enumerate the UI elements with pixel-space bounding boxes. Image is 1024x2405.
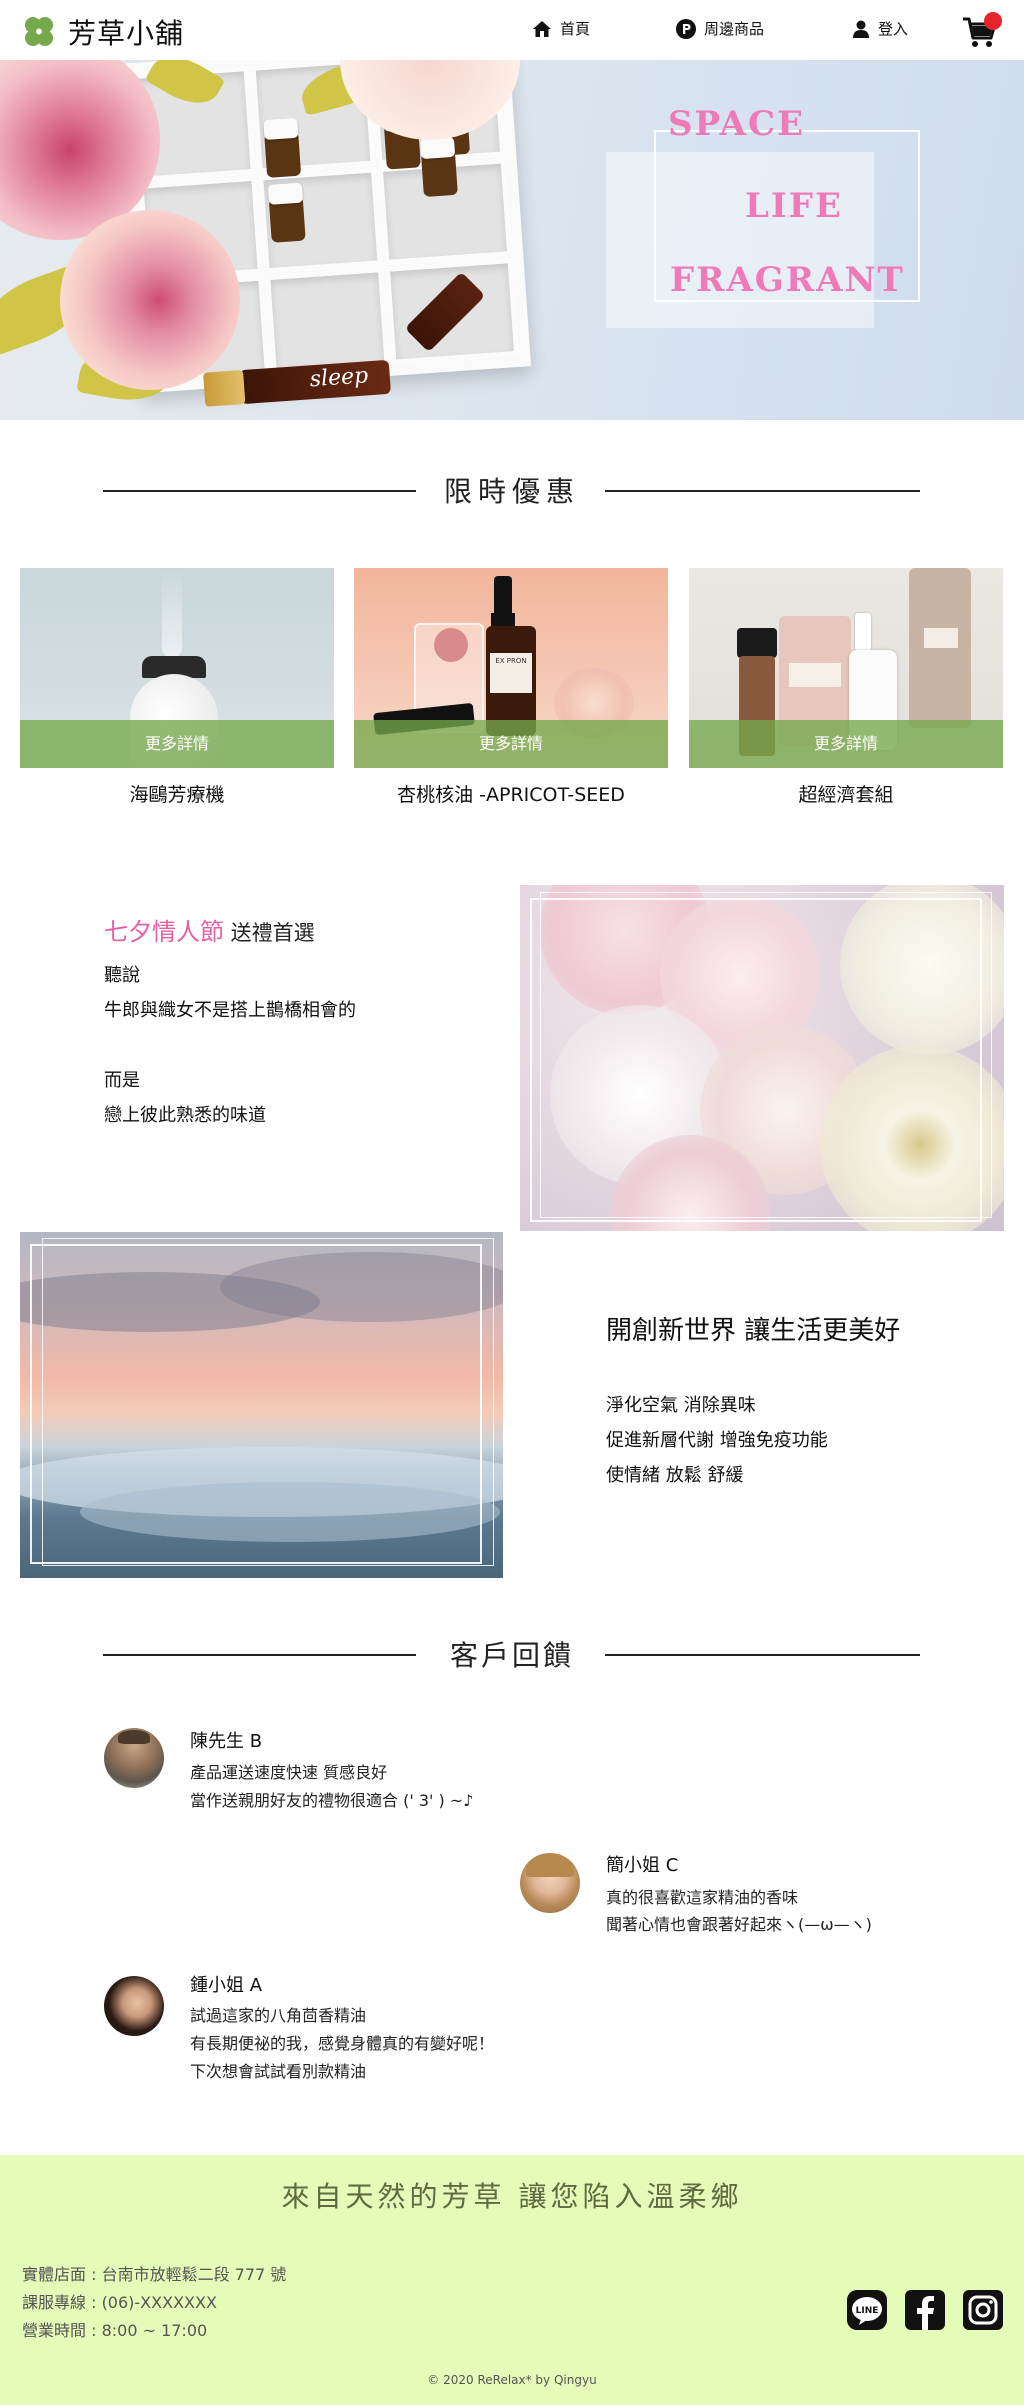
roses-photo-frame-inner	[540, 892, 992, 1218]
feature1-line: 而是	[104, 1070, 140, 1091]
nav-merch-link[interactable]: 周邊商品	[676, 18, 764, 39]
review-line: 聞著心情也會跟著好起來ヽ(—ω—ヽ)	[606, 1915, 872, 1934]
top-navbar: 芳草小舖 首頁 周邊商品 登入	[0, 0, 1024, 60]
cart-badge	[984, 12, 1002, 30]
clouds-photo-frame-inner	[42, 1238, 494, 1566]
feature1-line: 戀上彼此熟悉的味道	[104, 1105, 266, 1126]
nav-login-label: 登入	[878, 20, 909, 38]
cart-button[interactable]	[962, 12, 1002, 48]
feature1-title: 七夕情人節 送禮首選	[104, 912, 315, 947]
feature1-title-highlight: 七夕情人節	[104, 918, 224, 946]
product-card-apricot-oil[interactable]: EX PRON 更多詳情	[354, 568, 668, 768]
four-leaf-clover-icon	[25, 17, 53, 46]
hero-word-life: LIFE	[745, 186, 843, 226]
feature2-line: 促進新層代謝 增強免疫功能	[606, 1430, 828, 1451]
product-card-economy-set[interactable]: 更多詳情	[689, 568, 1003, 768]
review-line: 試過這家的八角茴香精油	[190, 2006, 367, 2025]
review-line: 產品運送速度快速 質感良好	[190, 1763, 388, 1782]
user-icon	[853, 20, 869, 38]
footer-hours: 營業時間 : 8:00 ~ 17:00	[22, 2321, 208, 2340]
product-name-apricot-oil: 杏桃核油 -APRICOT-SEED	[397, 784, 625, 806]
facebook-icon	[905, 2290, 945, 2330]
avatar	[104, 1728, 164, 1788]
divider-line	[605, 1654, 920, 1656]
deals-section-header: 限時優惠	[0, 470, 1024, 510]
review-name: 陳先生 B	[190, 1731, 263, 1752]
divider-line	[605, 490, 920, 492]
review-line: 有長期便祕的我，感覺身體真的有變好呢！	[190, 2034, 495, 2053]
reviews-section-header: 客戶回饋	[0, 1634, 1024, 1674]
line-link[interactable]: LINE	[847, 2290, 887, 2330]
hero-word-fragrant: FRAGRANT	[670, 260, 905, 300]
sleep-bottle-label: sleep	[308, 363, 370, 393]
footer: 來自天然的芳草 讓您陷入溫柔鄉 實體店面 : 台南市放輕鬆二段 777 號 課服…	[0, 2155, 1024, 2405]
copyright: © 2020 ReRelax* by Qingyu	[427, 2373, 597, 2387]
product-name-economy-set: 超經濟套組	[798, 784, 894, 806]
footer-phone: 課服專線 : (06)-XXXXXXX	[22, 2293, 217, 2312]
line-icon: LINE	[847, 2290, 887, 2330]
p-circle-icon	[676, 18, 696, 39]
feature2-line: 淨化空氣 消除異味	[606, 1395, 756, 1416]
product-more-button[interactable]: 更多詳情	[354, 720, 668, 768]
feature1-line: 聽說	[104, 965, 140, 986]
footer-slogan: 來自天然的芳草 讓您陷入溫柔鄉	[281, 2180, 743, 2213]
product-more-button[interactable]: 更多詳情	[20, 720, 334, 768]
footer-address: 實體店面 : 台南市放輕鬆二段 777 號	[22, 2265, 287, 2284]
brand-logo[interactable]: 芳草小舖	[20, 12, 184, 52]
feature2-title: 開創新世界 讓生活更美好	[606, 1316, 901, 1346]
feature1-line	[104, 1028, 356, 1063]
avatar	[104, 1976, 164, 2036]
product-card-diffuser[interactable]: 更多詳情	[20, 568, 334, 768]
brand-name: 芳草小舖	[68, 17, 185, 50]
home-icon	[533, 20, 551, 37]
review-name: 簡小姐 C	[606, 1855, 679, 1876]
facebook-link[interactable]	[905, 2290, 945, 2330]
review-line: 下次想會試試看別款精油	[190, 2062, 367, 2081]
hero-word-space: SPACE	[668, 104, 806, 144]
feature1-text: 聽說 牛郎與織女不是搭上鵲橋相會的 而是 戀上彼此熟悉的味道	[104, 958, 356, 1133]
review-line: 真的很喜歡這家精油的香味	[606, 1888, 799, 1907]
instagram-icon	[963, 2290, 1003, 2330]
hero-banner: sleep SPACE LIFE FRAGRANT	[0, 60, 1024, 420]
nav-home-label: 首頁	[560, 20, 591, 38]
product-name-diffuser: 海鷗芳療機	[129, 784, 225, 806]
avatar	[520, 1853, 580, 1913]
review-line: 當作送親朋好友的禮物很適合 (' 3' ) ~♪	[190, 1791, 474, 1810]
nav-merch-label: 周邊商品	[704, 20, 765, 38]
feature2-line: 使情緒 放鬆 舒緩	[606, 1465, 744, 1486]
product-more-button[interactable]: 更多詳情	[689, 720, 1003, 768]
ex-pron-bottle-label: EX PRON	[490, 653, 532, 693]
review-name: 鍾小姐 A	[190, 1975, 263, 1996]
feature2-text: 淨化空氣 消除異味 促進新層代謝 增強免疫功能 使情緒 放鬆 舒緩	[606, 1388, 828, 1493]
feature1-line: 牛郎與織女不是搭上鵲橋相會的	[104, 1000, 356, 1021]
svg-text:LINE: LINE	[856, 2306, 879, 2316]
instagram-link[interactable]	[963, 2290, 1003, 2330]
feature1-title-rest: 送禮首選	[224, 921, 315, 945]
nav-login-link[interactable]: 登入	[852, 18, 908, 39]
nav-home-link[interactable]: 首頁	[532, 18, 590, 39]
